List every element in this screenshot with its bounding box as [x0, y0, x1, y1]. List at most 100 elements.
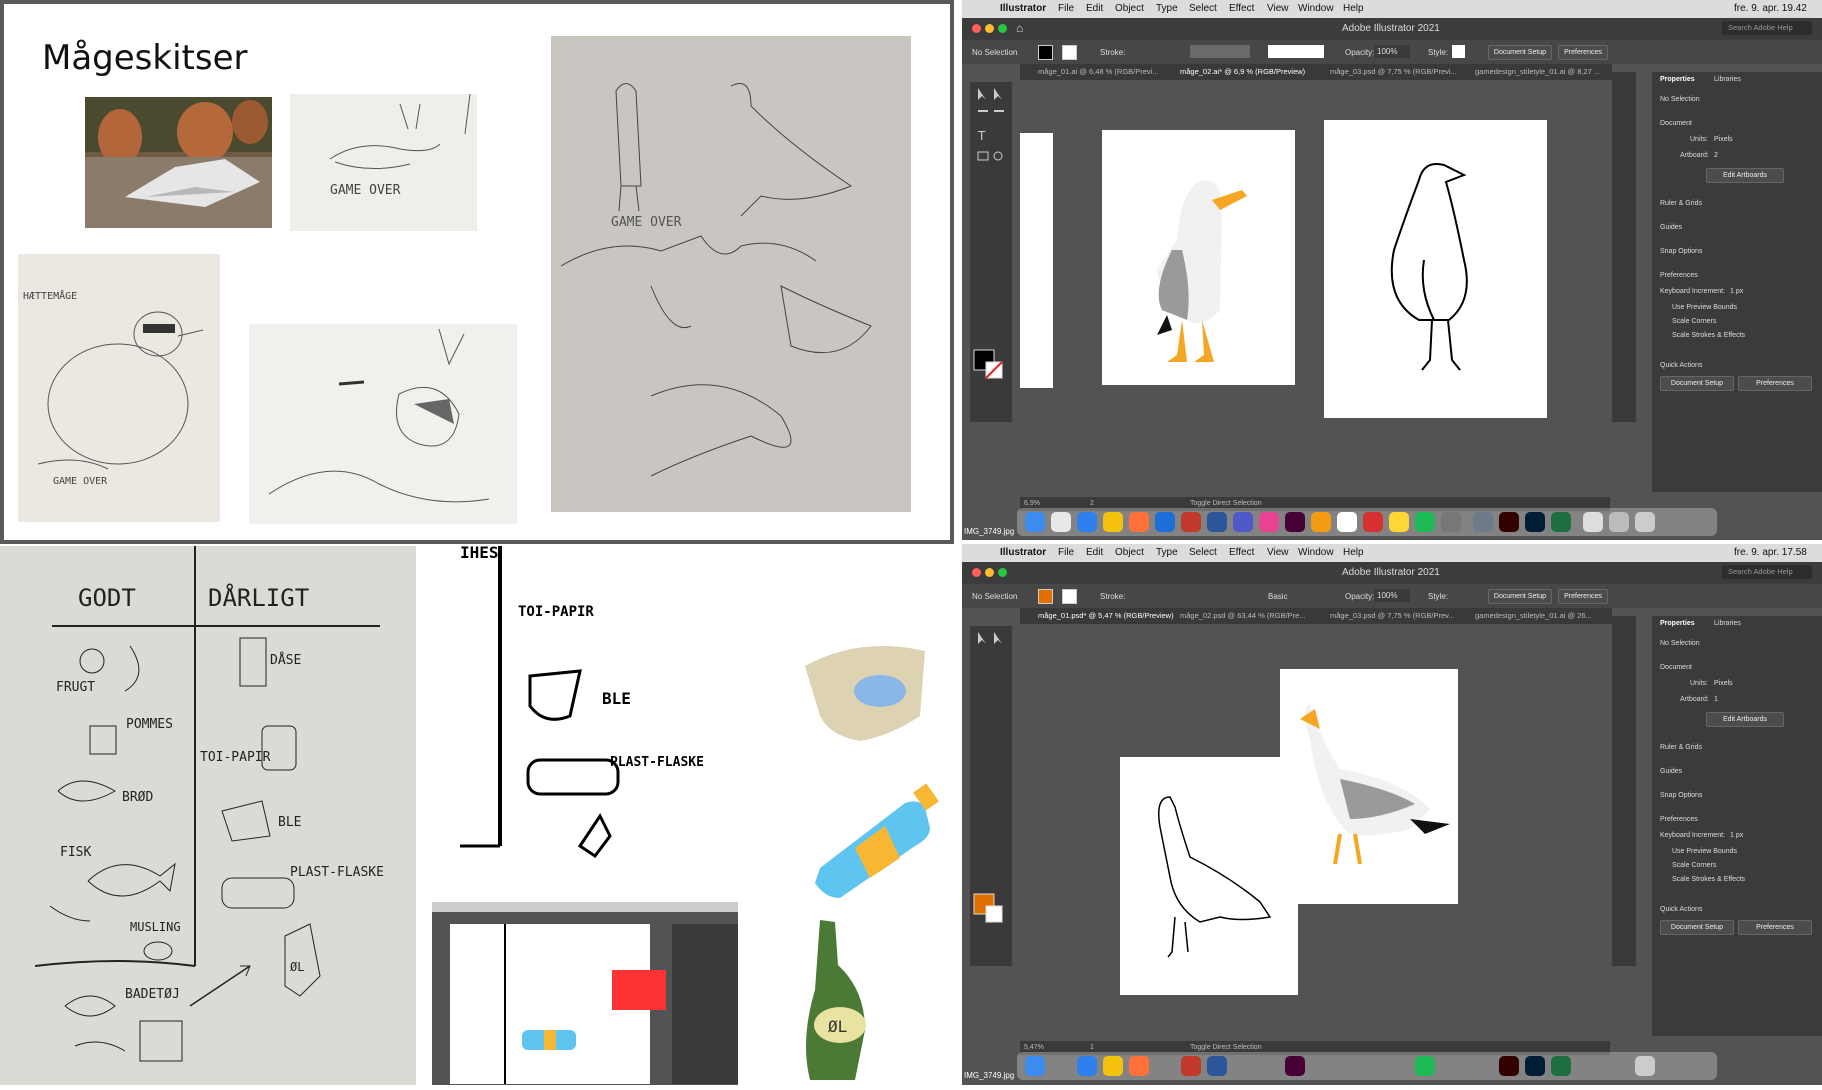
document-setup-button-2[interactable]: Document Setup [1488, 589, 1552, 604]
menu-edit[interactable]: Edit [1086, 3, 1103, 14]
tab-properties-2[interactable]: Properties [1660, 620, 1695, 627]
firefox-icon[interactable] [1129, 512, 1149, 532]
settings-icon[interactable] [1441, 512, 1461, 532]
excel-icon-2[interactable] [1551, 1056, 1571, 1076]
fill-swatch-2[interactable] [1038, 589, 1053, 604]
scale-corners-checkbox-2[interactable]: Scale Corners [1672, 862, 1716, 869]
keyboard-increment-field[interactable]: 1 px [1730, 288, 1743, 295]
finder-icon-2[interactable] [1025, 1056, 1045, 1076]
stroke-profile-field[interactable] [1190, 45, 1250, 58]
menu-type[interactable]: Type [1156, 3, 1178, 14]
document-setup-button[interactable]: Document Setup [1488, 45, 1552, 60]
menu-effect[interactable]: Effect [1229, 3, 1254, 14]
app-icon[interactable] [1155, 512, 1175, 532]
scale-strokes-checkbox[interactable]: Scale Strokes & Effects [1672, 332, 1745, 339]
tab-properties[interactable]: Properties [1660, 76, 1695, 83]
preferences-button-2[interactable]: Preferences [1558, 589, 1608, 604]
scale-strokes-checkbox-2[interactable]: Scale Strokes & Effects [1672, 876, 1745, 883]
chrome-icon[interactable] [1103, 512, 1123, 532]
opacity-field-2[interactable]: 100% [1374, 589, 1410, 602]
panel-dock-icons[interactable] [1612, 72, 1636, 422]
panel-preferences-button[interactable]: Preferences [1738, 376, 1812, 391]
menu-edit-2[interactable]: Edit [1086, 547, 1103, 558]
trash-icon-2[interactable] [1635, 1056, 1655, 1076]
panel-dock-icons-2[interactable] [1612, 616, 1636, 966]
units-dropdown-2[interactable]: Pixels [1714, 680, 1733, 687]
panel-document-setup-button-2[interactable]: Document Setup [1660, 920, 1734, 935]
tab-mage-02[interactable]: måge_02.ai* @ 6,9 % (RGB/Preview) [1180, 67, 1305, 76]
use-preview-bounds-checkbox-2[interactable]: Use Preview Bounds [1672, 848, 1737, 855]
stroke-swatch[interactable] [1062, 45, 1077, 60]
style-swatch[interactable] [1452, 45, 1465, 58]
finder-icon[interactable] [1025, 512, 1045, 532]
menu-view[interactable]: View [1267, 3, 1289, 14]
creative-cloud-icon[interactable] [1259, 512, 1279, 532]
illustrator-icon-2[interactable] [1499, 1056, 1519, 1076]
stroke-swatch-2[interactable] [1062, 589, 1077, 604]
photoshop-icon-2[interactable] [1525, 1056, 1545, 1076]
zoom-window-icon[interactable] [998, 24, 1007, 33]
menu-effect-2[interactable]: Effect [1229, 547, 1254, 558]
brush-basic[interactable]: Basic [1268, 592, 1288, 601]
menu-view-2[interactable]: View [1267, 547, 1289, 558]
spotify-icon[interactable] [1415, 512, 1435, 532]
menu-window-2[interactable]: Window [1298, 547, 1334, 558]
tab-mage-03[interactable]: måge_03.psd @ 7,75 % (RGB/Previ... [1330, 67, 1457, 76]
desktop-file-label[interactable]: IMG_3749.jpg [964, 527, 1014, 536]
close-window-icon-2[interactable] [972, 568, 981, 577]
canvas-area[interactable]: 6,9% 2 Toggle Direct Selection [1020, 85, 1610, 511]
edit-artboards-button-2[interactable]: Edit Artboards [1706, 712, 1784, 727]
word-icon-2[interactable] [1207, 1056, 1227, 1076]
help-search-input-2[interactable]: Search Adobe Help [1722, 565, 1812, 579]
tab-mage-03-psd[interactable]: måge_03.psd @ 7,75 % (RGB/Prev... [1330, 611, 1455, 620]
fill-swatch[interactable] [1038, 45, 1053, 60]
trash-icon[interactable] [1635, 512, 1655, 532]
tool-icons[interactable]: T [970, 82, 1012, 422]
menu-illustrator[interactable]: Illustrator [1000, 3, 1046, 14]
menu-help[interactable]: Help [1343, 3, 1364, 14]
tab-libraries[interactable]: Libraries [1714, 76, 1741, 83]
desktop-file-label-2[interactable]: IMG_3749.jpg [964, 1071, 1014, 1080]
tab-gamedesign[interactable]: gamedesign_stiletyle_01.ai @ 8,27 ... [1475, 67, 1600, 76]
opacity-field[interactable]: 100% [1374, 45, 1410, 58]
canvas-area-2[interactable]: 5,47% 1 Toggle Direct Selection [1020, 629, 1610, 1055]
spotify-icon-2[interactable] [1415, 1056, 1435, 1076]
artboard-number[interactable]: 2 [1090, 500, 1094, 507]
preview-icon[interactable] [1473, 512, 1493, 532]
zoom-level-2[interactable]: 5,47% [1024, 1044, 1044, 1051]
tab-mage-01-psd[interactable]: måge_01.psd* @ 5,47 % (RGB/Preview) [1038, 611, 1174, 620]
menu-illustrator-2[interactable]: Illustrator [1000, 547, 1046, 558]
menu-help-2[interactable]: Help [1343, 547, 1364, 558]
zoom-level[interactable]: 6,9% [1024, 500, 1040, 507]
panel-preferences-button-2[interactable]: Preferences [1738, 920, 1812, 935]
artboard-number-2[interactable]: 1 [1090, 1044, 1094, 1051]
brush-definition-field[interactable] [1268, 45, 1324, 58]
safari-icon-2[interactable] [1077, 1056, 1097, 1076]
tab-libraries-2[interactable]: Libraries [1714, 620, 1741, 627]
folder-icon[interactable] [1609, 512, 1629, 532]
screenshot-icon[interactable] [1583, 512, 1603, 532]
filezilla-icon[interactable] [1181, 512, 1201, 532]
calendar-icon[interactable] [1337, 512, 1357, 532]
tab-mage-02-psd[interactable]: måge_02.psd @ 63,44 % (RGB/Pre... [1180, 611, 1306, 620]
tool-icons-2[interactable] [970, 626, 1012, 966]
minimize-window-icon-2[interactable] [985, 568, 994, 577]
use-preview-bounds-checkbox[interactable]: Use Preview Bounds [1672, 304, 1737, 311]
tab-gamedesign-2[interactable]: gamedesign_stiletyle_01.ai @ 26... [1475, 611, 1592, 620]
menu-type-2[interactable]: Type [1156, 547, 1178, 558]
artboard-select[interactable]: 2 [1714, 152, 1718, 159]
chrome-icon-2[interactable] [1103, 1056, 1123, 1076]
artboard-select-2[interactable]: 1 [1714, 696, 1718, 703]
illustrator-icon[interactable] [1499, 512, 1519, 532]
close-window-icon[interactable] [972, 24, 981, 33]
firefox-icon-2[interactable] [1129, 1056, 1149, 1076]
menu-window[interactable]: Window [1298, 3, 1334, 14]
notes-icon[interactable] [1389, 512, 1409, 532]
keyboard-increment-field-2[interactable]: 1 px [1730, 832, 1743, 839]
menu-select[interactable]: Select [1189, 3, 1217, 14]
filezilla-icon-2[interactable] [1181, 1056, 1201, 1076]
photos-icon[interactable] [1311, 512, 1331, 532]
launchpad-icon[interactable] [1051, 512, 1071, 532]
photoshop-icon[interactable] [1525, 512, 1545, 532]
excel-icon[interactable] [1551, 512, 1571, 532]
